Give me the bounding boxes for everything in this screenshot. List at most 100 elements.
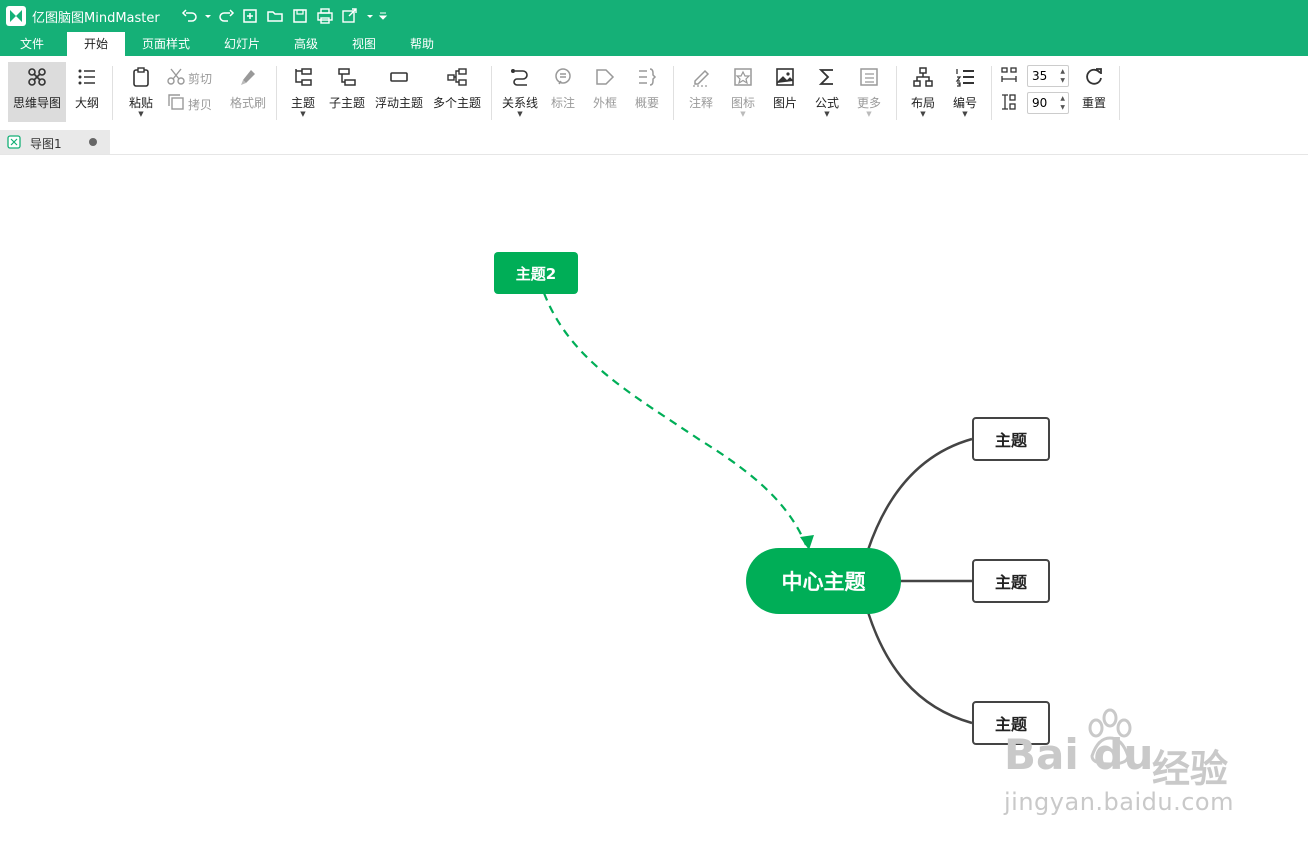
watermark-logo-text: Bai du	[1004, 730, 1154, 779]
mindmap-icon	[28, 68, 46, 86]
callout-button[interactable]: 标注	[545, 62, 581, 122]
picture-label: 图片	[772, 96, 797, 110]
reset-button[interactable]: 重置	[1076, 62, 1112, 122]
multiple-topics-icon	[447, 68, 467, 86]
horizontal-spacing-icon	[1001, 67, 1017, 82]
subtopic-icon	[338, 68, 356, 86]
paste-dropdown-icon[interactable]: ▼	[122, 110, 160, 118]
numbering-dropdown-icon[interactable]: ▼	[946, 110, 984, 118]
floating-topic-button[interactable]: 浮动主题	[372, 62, 426, 122]
vertical-spacing-value: 90	[1032, 96, 1048, 110]
paste-button[interactable]: 粘贴 ▼	[122, 62, 160, 122]
picture-button[interactable]: 图片	[766, 62, 804, 122]
menu-advanced[interactable]: 高级	[282, 32, 330, 56]
layout-label: 布局	[910, 96, 935, 110]
cut-button[interactable]: 剪切	[164, 66, 220, 88]
layout-button[interactable]: 布局 ▼	[904, 62, 942, 122]
more-button[interactable]: 更多 ▼	[850, 62, 888, 122]
note-button[interactable]: 注释	[681, 62, 721, 122]
document-tab-label: 导图1	[30, 137, 62, 151]
spin-up-icon[interactable]: ▲	[1060, 95, 1065, 102]
summary-label: 概要	[634, 96, 659, 110]
outline-button[interactable]: 大纲	[68, 62, 106, 122]
branch-line	[866, 437, 973, 551]
customize-quick-access-icon[interactable]	[373, 6, 388, 26]
topic-button[interactable]: 主题 ▼	[284, 62, 322, 122]
subtopic-button[interactable]: 子主题	[326, 62, 368, 122]
numbering-label: 编号	[952, 96, 977, 110]
menu-home[interactable]: 开始	[67, 32, 125, 56]
more-dropdown-icon[interactable]: ▼	[850, 110, 888, 118]
baidu-jingyan-watermark: Bai du 经验 jingyan.baidu.com	[1004, 708, 1240, 828]
boundary-label: 外框	[592, 96, 617, 110]
mindmap-file-icon	[7, 135, 21, 149]
watermark-url: jingyan.baidu.com	[1004, 788, 1234, 816]
outline-label: 大纲	[74, 96, 99, 110]
format-painter-button[interactable]: 格式刷	[226, 62, 270, 122]
vertical-spacing-input[interactable]: 90 ▲ ▼	[1027, 92, 1069, 114]
callout-label: 标注	[550, 96, 575, 110]
icon-library-icon	[734, 68, 752, 86]
menu-slides[interactable]: 幻灯片	[212, 32, 272, 56]
undo-icon[interactable]	[180, 6, 200, 26]
icon-dropdown-icon[interactable]: ▼	[724, 110, 762, 118]
horizontal-spacing-input[interactable]: 35 ▲ ▼	[1027, 65, 1069, 87]
boundary-button[interactable]: 外框	[587, 62, 623, 122]
unsaved-indicator-icon[interactable]	[89, 138, 97, 146]
reset-label: 重置	[1081, 96, 1106, 110]
print-icon[interactable]	[315, 6, 335, 26]
summary-button[interactable]: 概要	[629, 62, 665, 122]
scissors-icon	[167, 68, 185, 85]
new-icon[interactable]	[240, 6, 260, 26]
watermark-brand-text: 经验	[1152, 747, 1229, 791]
multiple-topics-button[interactable]: 多个主题	[430, 62, 484, 122]
open-icon[interactable]	[265, 6, 285, 26]
numbered-list-icon	[955, 69, 974, 87]
mindmap-label: 思维导图	[12, 96, 61, 110]
formula-label: 公式	[814, 96, 839, 110]
sigma-icon	[818, 69, 833, 85]
export-icon[interactable]	[340, 6, 360, 26]
copy-label: 拷贝	[188, 98, 213, 112]
format-painter-label: 格式刷	[229, 96, 266, 110]
floating-topic-label: 浮动主题	[374, 96, 423, 110]
topic-label: 主题	[290, 96, 315, 110]
subtopic-node[interactable]: 主题	[972, 559, 1050, 603]
redo-icon[interactable]	[216, 6, 236, 26]
topic-dropdown-icon[interactable]: ▼	[284, 110, 322, 118]
menu-file[interactable]: 文件	[8, 32, 56, 56]
vertical-spacing-icon	[1002, 94, 1016, 110]
layout-dropdown-icon[interactable]: ▼	[904, 110, 942, 118]
save-icon[interactable]	[290, 6, 310, 26]
formula-button[interactable]: 公式 ▼	[808, 62, 846, 122]
undo-dropdown-icon[interactable]	[198, 6, 211, 26]
relationship-button[interactable]: 关系线 ▼	[499, 62, 541, 122]
formula-dropdown-icon[interactable]: ▼	[808, 110, 846, 118]
picture-icon	[776, 68, 794, 86]
more-icon	[860, 68, 878, 86]
outline-icon	[78, 69, 95, 85]
app-logo-icon	[6, 6, 26, 26]
document-tab[interactable]: 导图1	[0, 130, 110, 154]
copy-button[interactable]: 拷贝	[164, 92, 220, 114]
central-topic-node[interactable]: 中心主题	[746, 548, 901, 614]
spin-down-icon[interactable]: ▼	[1060, 104, 1065, 111]
relationship-line[interactable]	[542, 292, 808, 546]
menu-page-style[interactable]: 页面样式	[134, 32, 198, 56]
numbering-button[interactable]: 编号 ▼	[946, 62, 984, 122]
summary-icon	[639, 68, 657, 86]
icon-button[interactable]: 图标 ▼	[724, 62, 762, 122]
multiple-topics-label: 多个主题	[432, 96, 481, 110]
app-title: 亿图脑图MindMaster	[32, 11, 160, 26]
menu-view[interactable]: 视图	[340, 32, 388, 56]
relationship-dropdown-icon[interactable]: ▼	[499, 110, 541, 118]
spin-up-icon[interactable]: ▲	[1060, 68, 1065, 75]
spin-down-icon[interactable]: ▼	[1060, 77, 1065, 84]
subtopic-node[interactable]: 主题	[972, 417, 1050, 461]
icon-label: 图标	[730, 96, 755, 110]
floating-topic-node[interactable]: 主题2	[494, 252, 578, 294]
horizontal-spacing-value: 35	[1032, 69, 1048, 83]
menu-help[interactable]: 帮助	[398, 32, 446, 56]
mindmap-button[interactable]: 思维导图	[8, 62, 66, 122]
export-dropdown-icon[interactable]	[360, 6, 373, 26]
